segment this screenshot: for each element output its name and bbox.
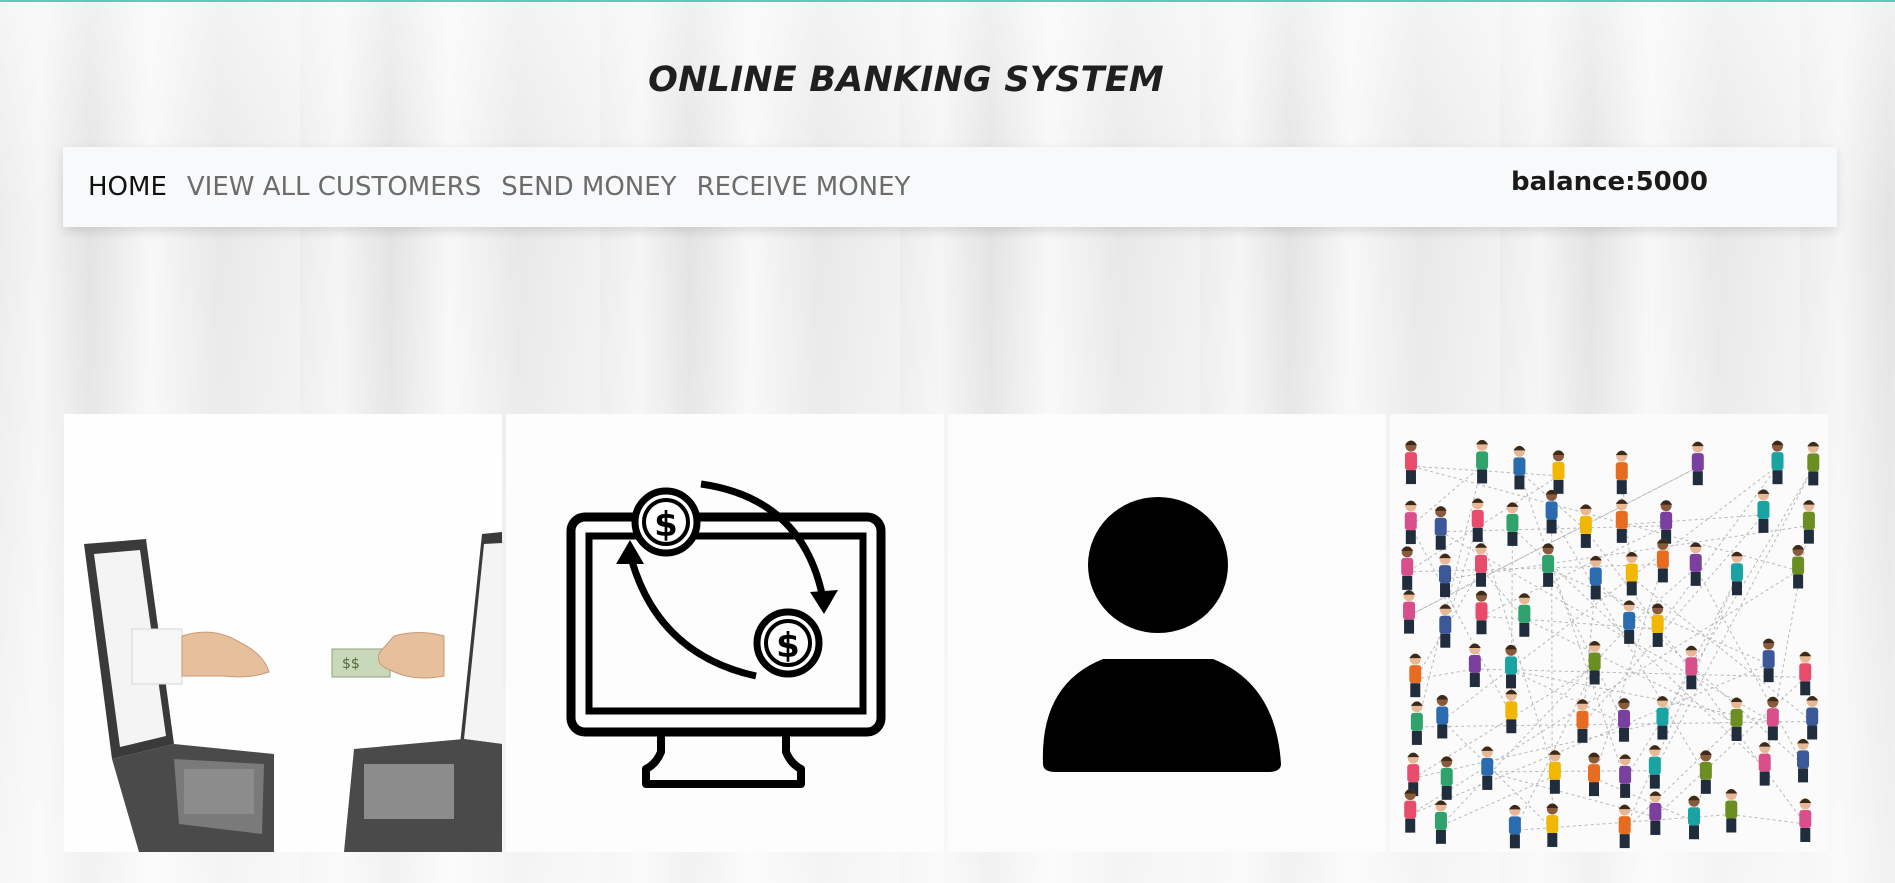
network-person-figure [1691,441,1704,486]
network-person-figure [1475,543,1488,587]
network-person-figure [1615,450,1628,495]
network-person-figure [1404,789,1417,833]
network-person-figure [1481,746,1494,790]
navbar: HOME VIEW ALL CUSTOMERS SEND MONEY RECEI… [63,147,1837,227]
nav-links: HOME VIEW ALL CUSTOMERS SEND MONEY RECEI… [88,147,910,227]
network-person-figure [1623,600,1636,644]
network-person-figure [1409,653,1422,698]
network-person-figure [1792,544,1805,589]
network-person-figure [1506,502,1519,546]
svg-text:$: $ [776,626,800,666]
network-person-figure [1404,440,1417,485]
network-person-figure [1656,538,1669,583]
nav-home-link[interactable]: HOME [88,172,167,202]
network-person-figure [1545,489,1558,534]
network-person-figure [1649,791,1662,835]
network-person-figure [1618,804,1631,849]
network-person-figure [1766,696,1779,741]
network-person-figure [1806,695,1819,740]
network-person-figure [1436,694,1449,739]
network-person-figure [1576,699,1589,743]
network-person-figure [1660,500,1673,544]
network-person-figure [1757,489,1770,533]
laptops-money-transfer-image[interactable]: $$ [64,414,502,852]
network-person-figure [1689,542,1702,586]
network-person-figure [1797,738,1810,783]
network-person-figure [1730,697,1743,741]
network-person-figure [1505,689,1518,734]
customer-network-image[interactable] [1390,414,1828,852]
network-person-figure [1762,638,1775,683]
network-person-figure [1588,752,1601,797]
network-person-figure [1434,800,1447,844]
network-person-figure [1589,555,1602,600]
network-person-figure [1619,754,1632,798]
network-person-figure [1802,500,1815,544]
network-person-figure [1656,696,1669,740]
network-person-figure [1471,498,1484,542]
network-person-figure [1410,701,1423,745]
network-person-figure [1771,440,1784,485]
network-person-figure [1688,795,1701,840]
network-person-figure [1648,745,1661,789]
network-person-figure [1758,742,1771,786]
network-person-figure [1440,756,1453,800]
top-accent-line [0,0,1895,2]
svg-text:$: $ [654,505,678,545]
network-person-figure [1552,450,1565,494]
network-person-figure [1618,698,1631,742]
network-person-figure [1699,750,1712,794]
balance-display: balance:5000 [1511,167,1708,197]
nav-view-all-customers-link[interactable]: VIEW ALL CUSTOMERS [187,172,481,202]
network-person-figure [1508,804,1521,849]
network-person-figure [1439,604,1452,648]
network-person-figure [1439,553,1452,598]
network-person-figure [1725,788,1738,833]
network-person-figure [1518,593,1531,637]
network-person-figure [1542,543,1555,587]
network-person-figure [1730,551,1743,596]
network-person-figure [1403,590,1416,634]
network-person-figure [1505,644,1518,689]
nav-receive-money-link[interactable]: RECEIVE MONEY [697,172,911,202]
nav-send-money-link[interactable]: SEND MONEY [501,172,676,202]
network-person-figure [1799,798,1812,842]
monitor-money-exchange-icon[interactable]: $ $ [506,414,944,852]
network-person-figure [1651,603,1664,647]
network-person-figure [1546,803,1559,847]
network-person-figure [1588,640,1601,685]
feature-cards: $$ $ $ [64,414,1829,852]
network-person-figure [1476,439,1489,484]
network-person-figure [1548,750,1561,794]
network-person-figure [1615,499,1628,543]
network-person-figure [1468,643,1481,688]
user-icon[interactable] [948,414,1386,852]
svg-text:$$: $$ [342,656,360,672]
network-person-figure [1404,500,1417,545]
network-person-figure [1807,441,1820,486]
network-person-figure [1799,651,1812,696]
network-person-figure [1475,590,1488,635]
network-person-figure [1579,504,1592,548]
network-person-figure [1685,645,1698,690]
page-title: ONLINE BANKING SYSTEM [648,60,1164,100]
network-person-figure [1434,506,1447,550]
network-person-figure [1513,445,1526,490]
network-person-figure [1625,551,1638,596]
network-person-figure [1401,546,1414,590]
